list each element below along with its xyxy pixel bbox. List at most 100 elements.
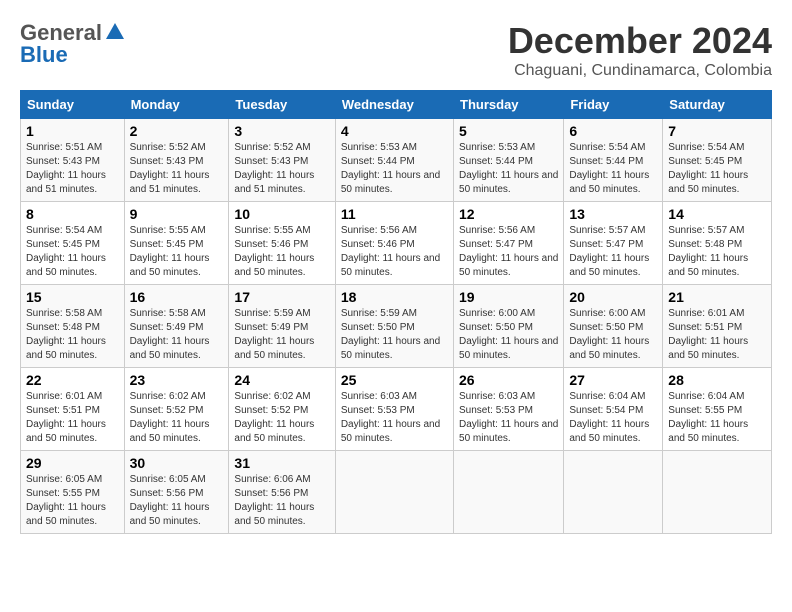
day-number: 18 xyxy=(341,289,448,305)
day-number: 11 xyxy=(341,206,448,222)
calendar-cell: 8 Sunrise: 5:54 AMSunset: 5:45 PMDayligh… xyxy=(21,202,125,285)
header-sunday: Sunday xyxy=(21,91,125,119)
day-info: Sunrise: 6:03 AMSunset: 5:53 PMDaylight:… xyxy=(459,391,558,444)
day-number: 12 xyxy=(459,206,558,222)
calendar-cell: 24 Sunrise: 6:02 AMSunset: 5:52 PMDaylig… xyxy=(229,368,335,451)
day-info: Sunrise: 6:04 AMSunset: 5:55 PMDaylight:… xyxy=(668,391,748,444)
page-subtitle: Chaguani, Cundinamarca, Colombia xyxy=(508,62,772,80)
logo-blue: Blue xyxy=(20,42,68,68)
day-info: Sunrise: 5:59 AMSunset: 5:49 PMDaylight:… xyxy=(234,308,314,361)
calendar-week-5: 29 Sunrise: 6:05 AMSunset: 5:55 PMDaylig… xyxy=(21,451,772,534)
day-number: 10 xyxy=(234,206,329,222)
day-info: Sunrise: 5:56 AMSunset: 5:46 PMDaylight:… xyxy=(341,225,440,278)
day-info: Sunrise: 5:56 AMSunset: 5:47 PMDaylight:… xyxy=(459,225,558,278)
day-info: Sunrise: 5:52 AMSunset: 5:43 PMDaylight:… xyxy=(234,142,314,195)
day-number: 27 xyxy=(569,372,657,388)
day-info: Sunrise: 6:00 AMSunset: 5:50 PMDaylight:… xyxy=(459,308,558,361)
day-number: 20 xyxy=(569,289,657,305)
header-friday: Friday xyxy=(564,91,663,119)
calendar-cell: 27 Sunrise: 6:04 AMSunset: 5:54 PMDaylig… xyxy=(564,368,663,451)
calendar-cell: 25 Sunrise: 6:03 AMSunset: 5:53 PMDaylig… xyxy=(335,368,453,451)
calendar-cell: 29 Sunrise: 6:05 AMSunset: 5:55 PMDaylig… xyxy=(21,451,125,534)
day-number: 19 xyxy=(459,289,558,305)
day-number: 3 xyxy=(234,123,329,139)
calendar-cell: 1 Sunrise: 5:51 AMSunset: 5:43 PMDayligh… xyxy=(21,119,125,202)
calendar-cell: 16 Sunrise: 5:58 AMSunset: 5:49 PMDaylig… xyxy=(124,285,229,368)
day-number: 6 xyxy=(569,123,657,139)
day-info: Sunrise: 6:00 AMSunset: 5:50 PMDaylight:… xyxy=(569,308,649,361)
day-number: 1 xyxy=(26,123,119,139)
day-info: Sunrise: 5:59 AMSunset: 5:50 PMDaylight:… xyxy=(341,308,440,361)
header-saturday: Saturday xyxy=(663,91,772,119)
day-number: 5 xyxy=(459,123,558,139)
day-number: 30 xyxy=(130,455,224,471)
day-number: 28 xyxy=(668,372,766,388)
calendar-cell: 18 Sunrise: 5:59 AMSunset: 5:50 PMDaylig… xyxy=(335,285,453,368)
day-number: 17 xyxy=(234,289,329,305)
calendar-cell: 21 Sunrise: 6:01 AMSunset: 5:51 PMDaylig… xyxy=(663,285,772,368)
day-info: Sunrise: 5:51 AMSunset: 5:43 PMDaylight:… xyxy=(26,142,106,195)
logo-icon xyxy=(104,21,126,43)
calendar-week-3: 15 Sunrise: 5:58 AMSunset: 5:48 PMDaylig… xyxy=(21,285,772,368)
calendar-cell: 13 Sunrise: 5:57 AMSunset: 5:47 PMDaylig… xyxy=(564,202,663,285)
calendar-cell: 9 Sunrise: 5:55 AMSunset: 5:45 PMDayligh… xyxy=(124,202,229,285)
day-info: Sunrise: 5:52 AMSunset: 5:43 PMDaylight:… xyxy=(130,142,210,195)
day-info: Sunrise: 6:01 AMSunset: 5:51 PMDaylight:… xyxy=(668,308,748,361)
day-info: Sunrise: 5:54 AMSunset: 5:44 PMDaylight:… xyxy=(569,142,649,195)
calendar-cell: 3 Sunrise: 5:52 AMSunset: 5:43 PMDayligh… xyxy=(229,119,335,202)
day-number: 7 xyxy=(668,123,766,139)
calendar-week-1: 1 Sunrise: 5:51 AMSunset: 5:43 PMDayligh… xyxy=(21,119,772,202)
calendar-cell: 20 Sunrise: 6:00 AMSunset: 5:50 PMDaylig… xyxy=(564,285,663,368)
calendar-cell: 14 Sunrise: 5:57 AMSunset: 5:48 PMDaylig… xyxy=(663,202,772,285)
day-info: Sunrise: 6:02 AMSunset: 5:52 PMDaylight:… xyxy=(234,391,314,444)
logo: General Blue xyxy=(20,20,126,68)
calendar-cell xyxy=(454,451,564,534)
calendar-cell: 28 Sunrise: 6:04 AMSunset: 5:55 PMDaylig… xyxy=(663,368,772,451)
day-info: Sunrise: 5:54 AMSunset: 5:45 PMDaylight:… xyxy=(26,225,106,278)
calendar-cell: 19 Sunrise: 6:00 AMSunset: 5:50 PMDaylig… xyxy=(454,285,564,368)
day-number: 8 xyxy=(26,206,119,222)
day-number: 25 xyxy=(341,372,448,388)
day-info: Sunrise: 5:57 AMSunset: 5:47 PMDaylight:… xyxy=(569,225,649,278)
header-monday: Monday xyxy=(124,91,229,119)
day-info: Sunrise: 6:05 AMSunset: 5:56 PMDaylight:… xyxy=(130,474,210,527)
calendar-cell: 7 Sunrise: 5:54 AMSunset: 5:45 PMDayligh… xyxy=(663,119,772,202)
day-number: 26 xyxy=(459,372,558,388)
day-number: 31 xyxy=(234,455,329,471)
day-number: 29 xyxy=(26,455,119,471)
day-number: 13 xyxy=(569,206,657,222)
day-info: Sunrise: 6:02 AMSunset: 5:52 PMDaylight:… xyxy=(130,391,210,444)
calendar-cell: 17 Sunrise: 5:59 AMSunset: 5:49 PMDaylig… xyxy=(229,285,335,368)
calendar-cell: 26 Sunrise: 6:03 AMSunset: 5:53 PMDaylig… xyxy=(454,368,564,451)
day-number: 22 xyxy=(26,372,119,388)
calendar-header-row: SundayMondayTuesdayWednesdayThursdayFrid… xyxy=(21,91,772,119)
calendar-cell: 6 Sunrise: 5:54 AMSunset: 5:44 PMDayligh… xyxy=(564,119,663,202)
calendar-week-2: 8 Sunrise: 5:54 AMSunset: 5:45 PMDayligh… xyxy=(21,202,772,285)
day-number: 23 xyxy=(130,372,224,388)
day-number: 4 xyxy=(341,123,448,139)
calendar-cell xyxy=(564,451,663,534)
day-info: Sunrise: 6:05 AMSunset: 5:55 PMDaylight:… xyxy=(26,474,106,527)
calendar-week-4: 22 Sunrise: 6:01 AMSunset: 5:51 PMDaylig… xyxy=(21,368,772,451)
header-thursday: Thursday xyxy=(454,91,564,119)
day-info: Sunrise: 5:54 AMSunset: 5:45 PMDaylight:… xyxy=(668,142,748,195)
calendar-cell: 2 Sunrise: 5:52 AMSunset: 5:43 PMDayligh… xyxy=(124,119,229,202)
calendar-cell xyxy=(663,451,772,534)
day-number: 21 xyxy=(668,289,766,305)
calendar-cell xyxy=(335,451,453,534)
day-number: 2 xyxy=(130,123,224,139)
day-info: Sunrise: 5:57 AMSunset: 5:48 PMDaylight:… xyxy=(668,225,748,278)
calendar-cell: 4 Sunrise: 5:53 AMSunset: 5:44 PMDayligh… xyxy=(335,119,453,202)
day-info: Sunrise: 5:53 AMSunset: 5:44 PMDaylight:… xyxy=(459,142,558,195)
calendar-cell: 22 Sunrise: 6:01 AMSunset: 5:51 PMDaylig… xyxy=(21,368,125,451)
day-info: Sunrise: 5:53 AMSunset: 5:44 PMDaylight:… xyxy=(341,142,440,195)
header-wednesday: Wednesday xyxy=(335,91,453,119)
day-number: 15 xyxy=(26,289,119,305)
calendar-cell: 11 Sunrise: 5:56 AMSunset: 5:46 PMDaylig… xyxy=(335,202,453,285)
calendar-table: SundayMondayTuesdayWednesdayThursdayFrid… xyxy=(20,90,772,534)
day-info: Sunrise: 5:55 AMSunset: 5:45 PMDaylight:… xyxy=(130,225,210,278)
calendar-cell: 31 Sunrise: 6:06 AMSunset: 5:56 PMDaylig… xyxy=(229,451,335,534)
calendar-cell: 30 Sunrise: 6:05 AMSunset: 5:56 PMDaylig… xyxy=(124,451,229,534)
day-number: 16 xyxy=(130,289,224,305)
page-header: General Blue December 2024 Chaguani, Cun… xyxy=(20,20,772,80)
